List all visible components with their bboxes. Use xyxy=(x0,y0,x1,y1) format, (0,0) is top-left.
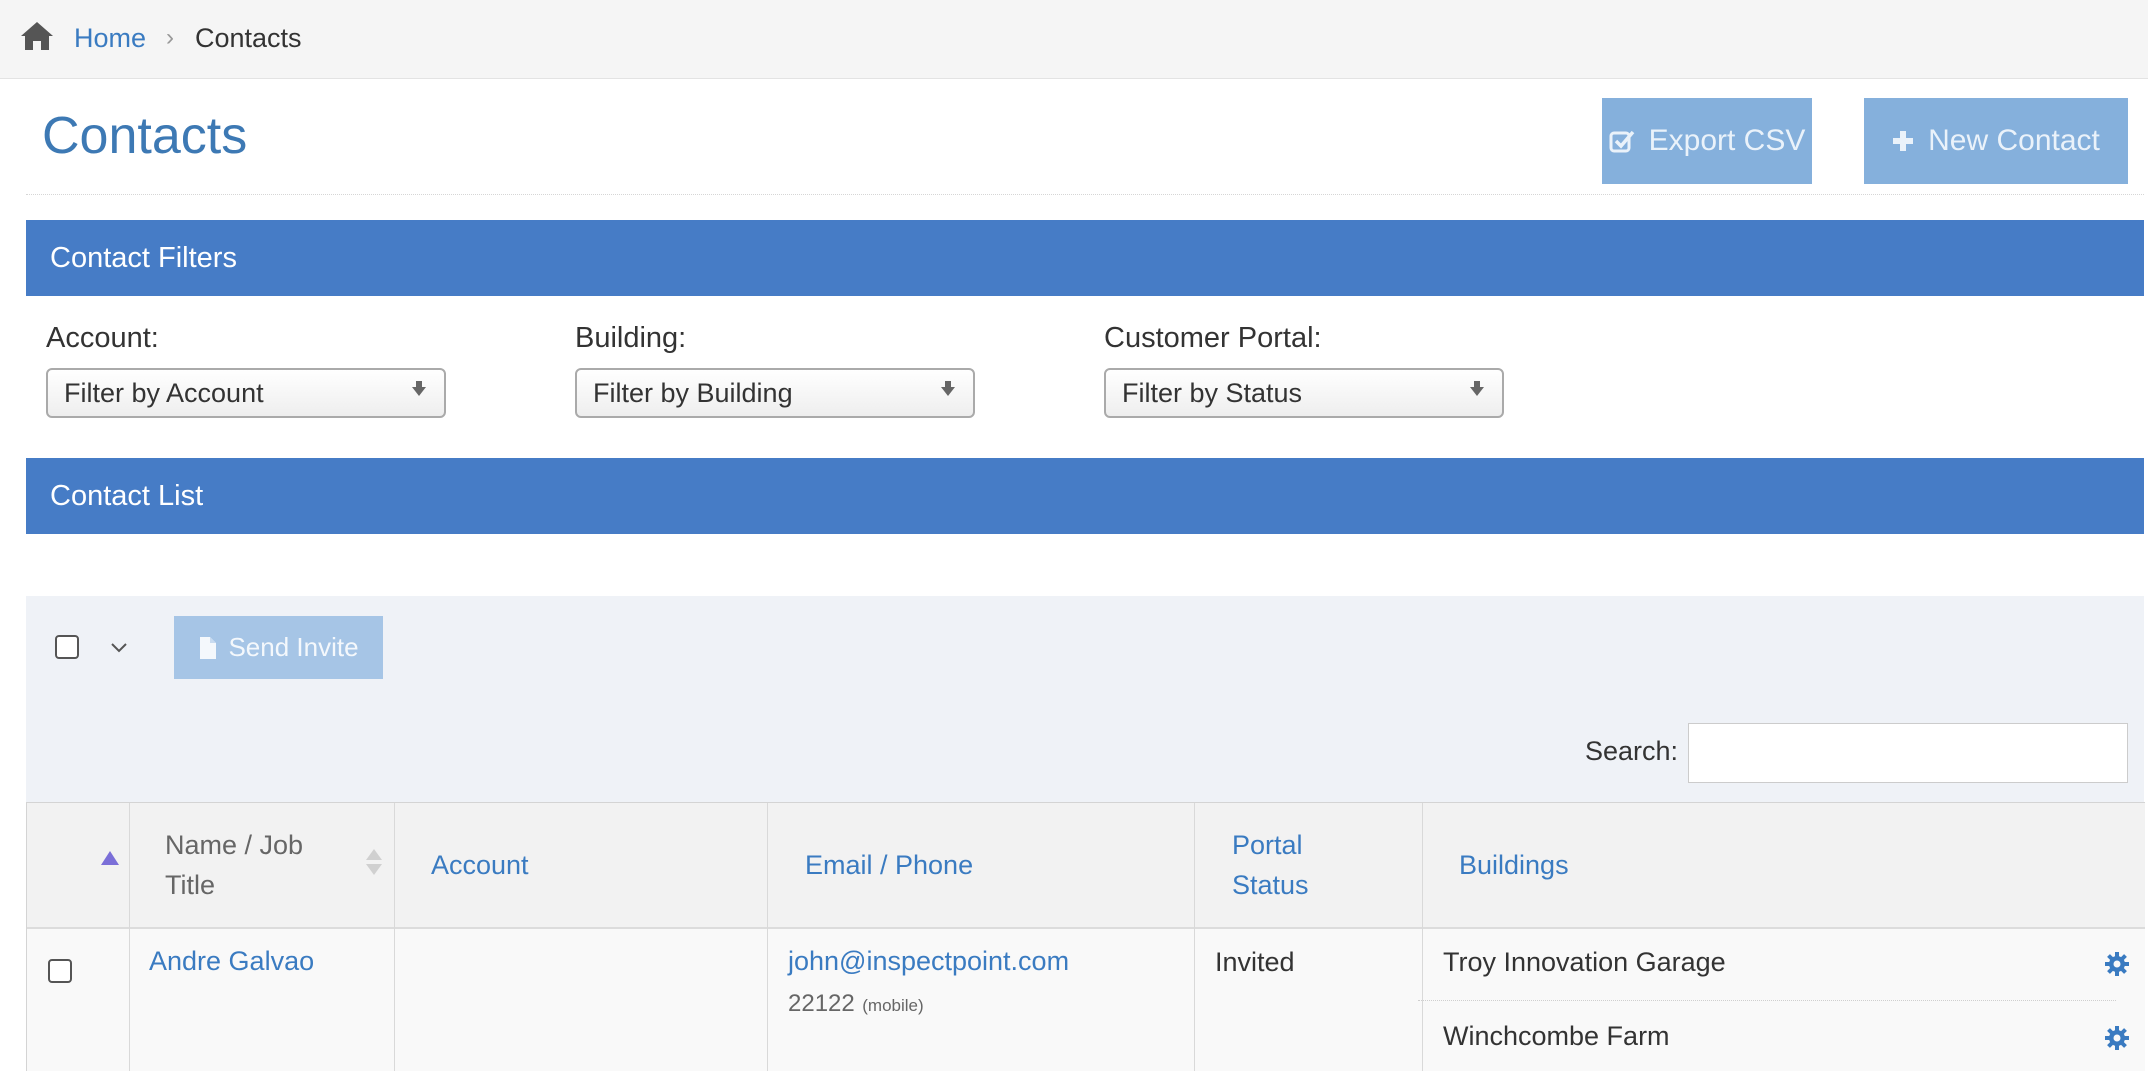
new-contact-label: New Contact xyxy=(1928,124,2100,157)
breadcrumb-home-link[interactable]: Home xyxy=(74,22,146,54)
contact-filters-title: Contact Filters xyxy=(50,241,237,274)
building-name: Winchcombe Farm xyxy=(1443,1021,1670,1051)
account-filter-label: Account: xyxy=(46,322,159,354)
checkbox-icon xyxy=(1609,130,1634,153)
select-all-checkbox[interactable] xyxy=(55,635,79,659)
export-csv-button[interactable]: Export CSV xyxy=(1602,98,1812,184)
chevron-down-icon[interactable] xyxy=(108,636,130,658)
column-header-email-label: Email / Phone xyxy=(805,850,974,880)
contact-portal-status: Invited xyxy=(1215,947,1295,977)
row-checkbox[interactable] xyxy=(48,959,72,983)
contact-phone-number: 22122 xyxy=(788,990,855,1017)
export-csv-label: Export CSV xyxy=(1648,124,1806,157)
file-icon xyxy=(200,636,217,659)
account-filter-select[interactable]: Filter by Account xyxy=(46,368,446,418)
contact-filters-header: Contact Filters xyxy=(26,220,2144,296)
portal-filter-label: Customer Portal: xyxy=(1104,322,1322,354)
contact-name-link[interactable]: Andre Galvao xyxy=(149,946,314,977)
column-divider xyxy=(394,803,395,1071)
portal-filter-select[interactable]: Filter by Status xyxy=(1104,368,1504,418)
column-header-email[interactable]: Email / Phone xyxy=(805,803,1205,927)
title-divider xyxy=(26,194,2144,195)
search-input[interactable] xyxy=(1688,723,2128,783)
contact-list-header: Contact List xyxy=(26,458,2144,534)
building-filter-label: Building: xyxy=(575,322,687,354)
column-header-buildings[interactable]: Buildings xyxy=(1459,803,2059,927)
column-header-name-line2: Title xyxy=(165,870,216,900)
breadcrumb-bar: Home › Contacts xyxy=(0,0,2148,79)
building-filter-select[interactable]: Filter by Building xyxy=(575,368,975,418)
column-header-portal-line2: Status xyxy=(1232,870,1309,900)
breadcrumb-current: Contacts xyxy=(195,23,302,53)
page-title: Contacts xyxy=(42,107,248,165)
building-filter-value: Filter by Building xyxy=(593,377,793,408)
gear-icon[interactable] xyxy=(2104,951,2130,977)
contact-phone: 22122 (mobile) xyxy=(788,987,924,1018)
account-filter-value: Filter by Account xyxy=(64,377,264,408)
column-header-name-line1: Name / Job xyxy=(165,830,304,860)
building-divider xyxy=(1418,1000,2116,1001)
contact-email-link[interactable]: john@inspectpoint.com xyxy=(788,946,1069,977)
plus-icon xyxy=(1893,131,1914,151)
contacts-table: Name / Job Title Account Email / Phone P… xyxy=(26,802,2145,1071)
contact-phone-type: (mobile) xyxy=(862,996,924,1015)
search-label: Search: xyxy=(1585,736,1679,766)
dropdown-arrow-icon xyxy=(1470,381,1484,396)
column-divider xyxy=(767,803,768,1071)
column-header-buildings-label: Buildings xyxy=(1459,850,1569,880)
sort-ascending-icon[interactable] xyxy=(101,851,119,865)
dropdown-arrow-icon xyxy=(412,381,426,396)
gear-icon[interactable] xyxy=(2104,1025,2130,1051)
table-header: Name / Job Title Account Email / Phone P… xyxy=(27,803,2145,929)
breadcrumb-separator: › xyxy=(166,24,174,51)
contact-list-title: Contact List xyxy=(50,479,204,512)
send-invite-button[interactable]: Send Invite xyxy=(174,616,383,679)
column-header-account-label: Account xyxy=(431,850,529,880)
dropdown-arrow-icon xyxy=(941,381,955,396)
column-divider xyxy=(1194,803,1195,1071)
sort-icon[interactable] xyxy=(366,849,382,875)
column-divider xyxy=(1422,803,1423,1071)
new-contact-button[interactable]: New Contact xyxy=(1864,98,2128,184)
home-icon[interactable] xyxy=(19,20,55,52)
column-header-account[interactable]: Account xyxy=(431,803,771,927)
column-divider xyxy=(129,803,130,1071)
column-header-portal-status[interactable]: Portal Status xyxy=(1232,803,1432,927)
building-name: Troy Innovation Garage xyxy=(1443,947,1726,977)
send-invite-label: Send Invite xyxy=(228,632,359,662)
column-header-portal-line1: Portal xyxy=(1232,830,1303,860)
portal-filter-value: Filter by Status xyxy=(1122,377,1303,408)
